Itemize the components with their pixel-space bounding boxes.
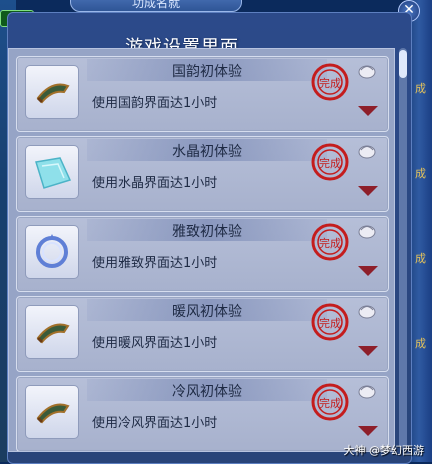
ornament-ring-icon xyxy=(36,234,68,268)
side-label: 成 xyxy=(415,252,426,265)
side-label: 成 xyxy=(415,167,426,180)
crystal-cloth-icon xyxy=(35,157,72,189)
achievement-card[interactable]: 国韵初体验 使用国韵界面达1小时 完成 xyxy=(16,56,389,132)
expand-arrow-icon[interactable] xyxy=(357,265,379,277)
expand-arrow-icon[interactable] xyxy=(357,425,379,437)
completed-seal-icon: 完成 xyxy=(311,383,349,421)
watermark: 大神 @梦幻西游 xyxy=(343,444,425,457)
list-scrollbar[interactable] xyxy=(399,48,407,450)
completed-seal-icon: 完成 xyxy=(311,63,349,101)
pearl-icon xyxy=(358,385,376,399)
achievement-card[interactable]: 雅致初体验 使用雅致界面达1小时 完成 xyxy=(16,216,389,292)
achievement-description: 使用雅致界面达1小时 xyxy=(92,256,218,271)
expand-arrow-icon[interactable] xyxy=(357,345,379,357)
pearl-icon xyxy=(358,145,376,159)
achievement-card[interactable]: 冷风初体验 使用冷风界面达1小时 完成 xyxy=(16,376,389,451)
achievement-description: 使用水晶界面达1小时 xyxy=(92,176,218,191)
scrollbar-thumb[interactable] xyxy=(399,50,407,78)
achievement-card[interactable]: 水晶初体验 使用水晶界面达1小时 完成 xyxy=(16,136,389,212)
seal-text: 完成 xyxy=(319,236,341,250)
expand-arrow-icon[interactable] xyxy=(357,185,379,197)
completed-seal-icon: 完成 xyxy=(311,223,349,261)
achievement-list[interactable]: 国韵初体验 使用国韵界面达1小时 完成 水晶初体验 使用水晶界面达1小时 完成 … xyxy=(8,48,395,452)
achievement-description: 使用冷风界面达1小时 xyxy=(92,416,218,431)
achievement-title: 水晶初体验 xyxy=(172,144,242,160)
side-label: 成 xyxy=(415,82,426,95)
achievement-title: 冷风初体验 xyxy=(172,384,242,400)
seal-text: 完成 xyxy=(319,396,341,410)
pearl-icon xyxy=(358,305,376,319)
achievement-icon-box xyxy=(25,385,79,439)
achievement-title: 暖风初体验 xyxy=(172,304,242,320)
seal-text: 完成 xyxy=(319,76,341,90)
expand-arrow-icon[interactable] xyxy=(357,105,379,117)
achievement-icon-box xyxy=(25,225,79,279)
achievement-card[interactable]: 暖风初体验 使用暖风界面达1小时 完成 xyxy=(16,296,389,372)
seal-text: 完成 xyxy=(319,316,341,330)
achievement-icon-box xyxy=(25,65,79,119)
achievement-icon-box xyxy=(25,145,79,199)
fan-icon xyxy=(36,323,70,344)
pearl-icon xyxy=(358,225,376,239)
seal-text: 完成 xyxy=(319,156,341,170)
fan-icon xyxy=(36,403,70,424)
completed-seal-icon: 完成 xyxy=(311,303,349,341)
achievement-description: 使用暖风界面达1小时 xyxy=(92,336,218,351)
achievement-title: 国韵初体验 xyxy=(172,64,242,80)
achievement-icon-box xyxy=(25,305,79,359)
pearl-icon xyxy=(358,65,376,79)
achievement-description: 使用国韵界面达1小时 xyxy=(92,96,218,111)
side-label: 成 xyxy=(415,337,426,350)
tab-achievements[interactable]: 功成名就 xyxy=(70,0,242,12)
achievement-title: 雅致初体验 xyxy=(172,224,242,240)
fan-icon xyxy=(36,83,70,104)
completed-seal-icon: 完成 xyxy=(311,143,349,181)
